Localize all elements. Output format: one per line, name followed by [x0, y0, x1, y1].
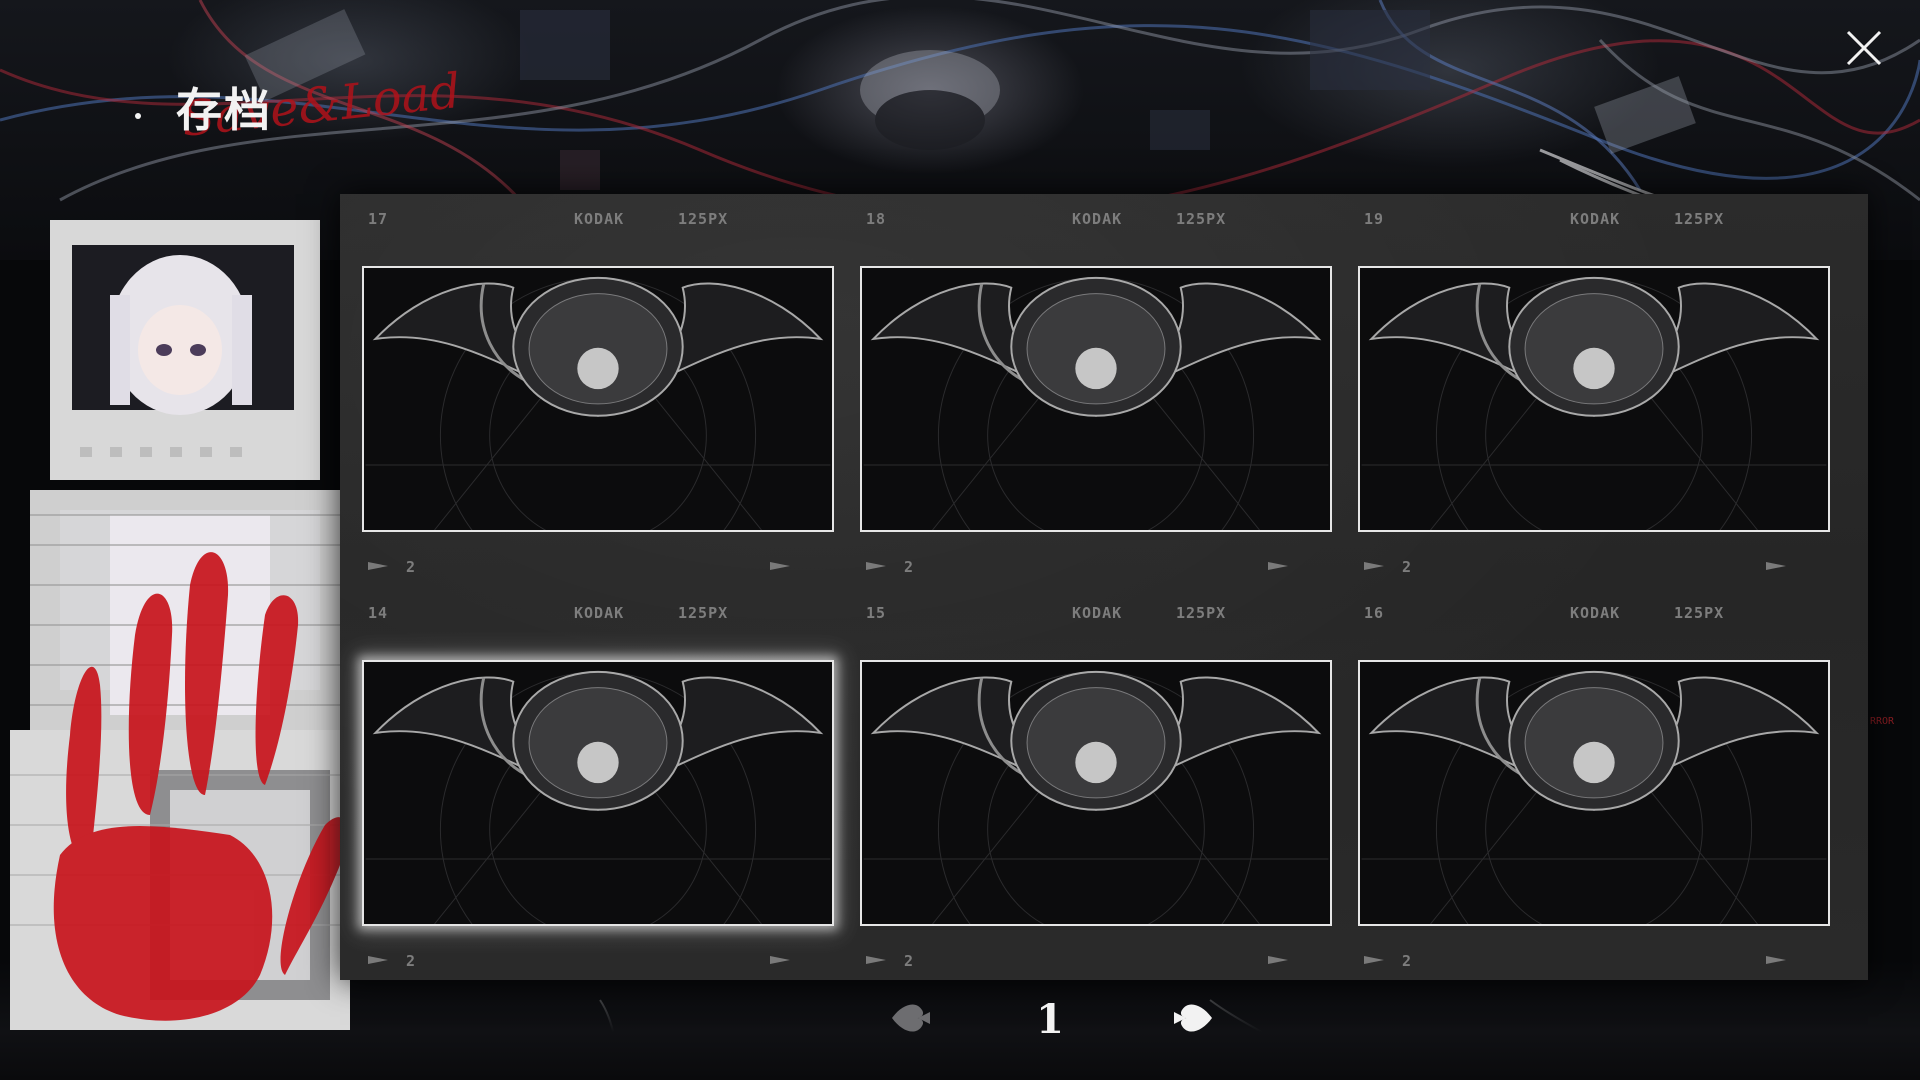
film-type: 125PX [1176, 604, 1227, 622]
film-type: 125PX [1176, 210, 1227, 228]
page-title: 存档 [176, 83, 272, 137]
film-type: 125PX [678, 604, 729, 622]
film-brand: KODAK [574, 604, 625, 622]
error-text-decor: RROR [1870, 716, 1895, 727]
frame-number: 2 [406, 952, 417, 970]
eye-illustration [1361, 268, 1827, 530]
save-slot[interactable]: 19 KODAK 125PX 2 [1336, 198, 1834, 592]
spade-next-icon[interactable] [1172, 996, 1216, 1040]
save-slot[interactable]: 14 KODAK 125PX 2 [340, 592, 838, 986]
eye-illustration [365, 268, 831, 530]
film-arrow-icon [1766, 562, 1786, 570]
slot-thumbnail[interactable] [860, 660, 1332, 926]
film-arrow-icon [368, 562, 388, 570]
eye-illustration [1361, 662, 1827, 924]
crescent-logo-icon [101, 80, 141, 122]
close-icon[interactable] [1842, 26, 1886, 70]
character-monitor-illustration [10, 220, 350, 1030]
film-type: 125PX [1674, 210, 1725, 228]
frame-number: 2 [406, 558, 417, 576]
film-arrow-icon [1268, 956, 1288, 964]
save-slot[interactable]: 18 KODAK 125PX 2 [838, 198, 1336, 592]
frame-number: 2 [1402, 952, 1413, 970]
film-arrow-icon [1268, 562, 1288, 570]
frame-number: 2 [904, 558, 915, 576]
slot-number: 14 [368, 604, 389, 622]
film-brand: KODAK [1570, 210, 1621, 228]
film-brand: KODAK [574, 210, 625, 228]
eye-illustration [863, 662, 1329, 924]
film-brand: KODAK [1072, 604, 1123, 622]
save-slot[interactable]: 16 KODAK 125PX 2 [1336, 592, 1834, 986]
save-slot[interactable]: 17 KODAK 125PX 2 [340, 198, 838, 592]
spade-prev-icon[interactable] [888, 996, 932, 1040]
eye-illustration [863, 268, 1329, 530]
slot-thumbnail-selected[interactable] [362, 660, 834, 926]
slot-number: 15 [866, 604, 887, 622]
film-arrow-icon [368, 956, 388, 964]
film-arrow-icon [770, 956, 790, 964]
film-arrow-icon [1766, 956, 1786, 964]
page-number: 1 [1036, 996, 1064, 1043]
film-type: 125PX [678, 210, 729, 228]
film-brand: KODAK [1570, 604, 1621, 622]
slot-thumbnail[interactable] [362, 266, 834, 532]
film-arrow-icon [1364, 562, 1384, 570]
slot-number: 18 [866, 210, 887, 228]
slot-thumbnail[interactable] [1358, 660, 1830, 926]
slot-number: 16 [1364, 604, 1385, 622]
slot-thumbnail[interactable] [860, 266, 1332, 532]
slot-number: 19 [1364, 210, 1385, 228]
film-brand: KODAK [1072, 210, 1123, 228]
eye-illustration [365, 662, 831, 924]
slot-thumbnail[interactable] [1358, 266, 1830, 532]
save-slot[interactable]: 15 KODAK 125PX 2 [838, 592, 1336, 986]
film-arrow-icon [1364, 956, 1384, 964]
film-arrow-icon [770, 562, 790, 570]
film-type: 125PX [1674, 604, 1725, 622]
frame-number: 2 [904, 952, 915, 970]
slot-number: 17 [368, 210, 389, 228]
film-arrow-icon [866, 956, 886, 964]
film-arrow-icon [866, 562, 886, 570]
frame-number: 2 [1402, 558, 1413, 576]
